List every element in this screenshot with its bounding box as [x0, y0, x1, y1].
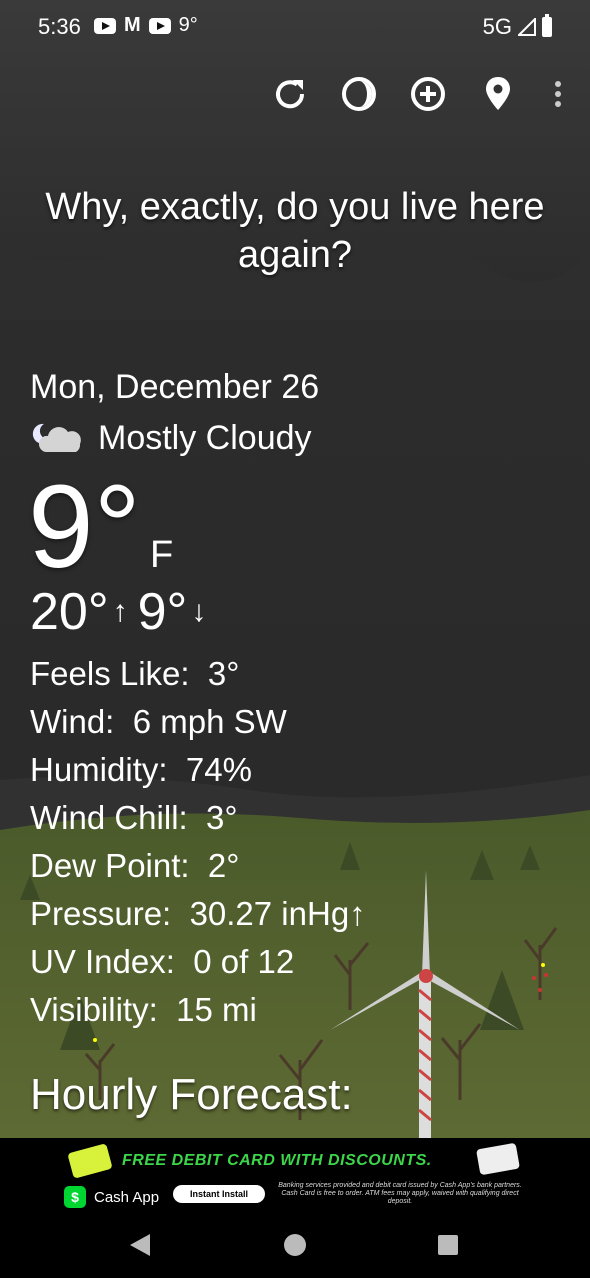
- more-options-button[interactable]: [536, 70, 580, 118]
- notification-icons: M 9°: [94, 14, 198, 37]
- high-temp: 20°: [30, 583, 109, 641]
- detail-uv-index: UV Index: 0 of 12: [30, 943, 295, 980]
- back-button[interactable]: [130, 1234, 150, 1256]
- detail-pressure: Pressure: 30.27 inHg↑: [30, 895, 366, 932]
- theme-button[interactable]: [337, 70, 381, 118]
- refresh-icon: [276, 80, 305, 109]
- down-arrow-icon: ↓: [191, 595, 207, 628]
- detail-humidity: Humidity: 74%: [30, 751, 252, 788]
- add-location-button[interactable]: [406, 70, 450, 118]
- condition-text: Mostly Cloudy: [98, 418, 312, 457]
- weather-notification-temp: 9°: [178, 14, 198, 36]
- youtube-icon: [148, 17, 171, 34]
- status-time: 5:36: [38, 14, 81, 39]
- detail-dew-point: Dew Point: 2°: [30, 847, 240, 884]
- signal-icon: [518, 18, 536, 36]
- recents-button[interactable]: [438, 1235, 458, 1255]
- theme-icon: [342, 77, 376, 111]
- cash-app-logo: $: [64, 1186, 86, 1208]
- current-temperature: 9°: [28, 461, 141, 593]
- navigation-bar: [0, 1222, 590, 1278]
- more-vert-icon: [555, 81, 561, 107]
- ad-fine-print: Banking services provided and debit card…: [278, 1182, 522, 1205]
- location-pin-icon: [486, 77, 510, 110]
- current-date: Mon, December 26: [30, 368, 320, 406]
- app-toolbar: [0, 70, 590, 120]
- refresh-button[interactable]: [268, 70, 312, 118]
- snarky-tagline: Why, exactly, do you live here again?: [45, 186, 545, 276]
- mostly-cloudy-night-icon: [32, 423, 81, 452]
- detail-visibility: Visibility: 15 mi: [30, 991, 257, 1028]
- weather-details: Feels Like: 3° Wind: 6 mph SW Humidity: …: [30, 650, 366, 1034]
- current-condition: Mostly Cloudy: [30, 418, 312, 458]
- ad-banner[interactable]: FREE DEBIT CARD WITH DISCOUNTS. $ Cash A…: [0, 1138, 590, 1222]
- up-arrow-icon: ↑: [112, 595, 128, 628]
- debit-card-image: [476, 1142, 520, 1176]
- temperature-unit: F: [150, 534, 174, 576]
- detail-wind: Wind: 6 mph SW: [30, 703, 287, 740]
- status-right: 5G: [483, 14, 552, 40]
- add-circle-icon: [411, 77, 445, 111]
- youtube-icon: [94, 17, 116, 34]
- battery-icon: [542, 14, 552, 37]
- location-button[interactable]: [476, 70, 520, 118]
- network-type: 5G: [482, 14, 512, 39]
- ad-brand: $ Cash App: [64, 1186, 159, 1208]
- gmail-icon: M: [124, 14, 141, 36]
- detail-wind-chill: Wind Chill: 3°: [30, 799, 238, 836]
- ad-headline: FREE DEBIT CARD WITH DISCOUNTS.: [122, 1152, 432, 1169]
- detail-feels-like: Feels Like: 3°: [30, 655, 240, 692]
- ad-brand-name: Cash App: [94, 1188, 160, 1206]
- home-button[interactable]: [284, 1234, 306, 1256]
- high-low: 20° ↑ 9° ↓: [30, 582, 216, 642]
- instant-install-button[interactable]: Instant Install: [173, 1185, 265, 1203]
- hourly-forecast-heading: Hourly Forecast:: [30, 1070, 353, 1119]
- status-bar: 5:36 M 9° 5G: [0, 0, 590, 52]
- low-temp: 9°: [137, 583, 188, 641]
- debit-card-image: [67, 1143, 113, 1179]
